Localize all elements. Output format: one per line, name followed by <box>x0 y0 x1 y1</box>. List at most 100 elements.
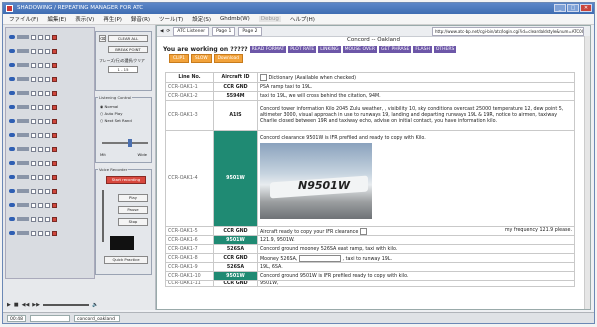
pause-button[interactable]: Pause <box>118 206 148 214</box>
start-recording-button[interactable]: Start recording <box>106 176 146 184</box>
transmission-cell[interactable]: Concord clearance 9501W is IFR prefiled … <box>257 130 575 227</box>
checkbox[interactable] <box>38 132 43 138</box>
quick-practice-button[interactable]: Quick Practice <box>104 256 148 264</box>
record-marker[interactable] <box>52 104 57 110</box>
record-marker[interactable] <box>52 174 57 180</box>
seek-bar[interactable] <box>43 304 89 306</box>
slow-button[interactable]: SLOW <box>191 54 212 63</box>
transmission-text[interactable]: Concord ground mooney 526SA east ramp, t… <box>257 244 575 254</box>
menu-play[interactable]: 再生(P) <box>103 15 122 23</box>
checkbox[interactable] <box>38 188 43 194</box>
volume-slider[interactable] <box>102 190 104 242</box>
grid-row[interactable] <box>9 102 57 112</box>
tab-page-2[interactable]: Page 2 <box>238 26 262 36</box>
record-marker[interactable] <box>52 202 57 208</box>
checkbox[interactable] <box>45 48 50 54</box>
menu-view[interactable]: 表示(V) <box>75 15 94 23</box>
chip-flash[interactable]: FLASH <box>413 45 432 53</box>
checkbox[interactable] <box>38 202 43 208</box>
answer-input[interactable] <box>359 227 367 235</box>
play-icon[interactable]: ▶ <box>7 302 11 308</box>
transmission-text[interactable]: 19L, 6SA. <box>257 262 575 272</box>
clip1-button[interactable]: CLIP1 <box>169 54 189 63</box>
grid-row[interactable] <box>9 32 57 42</box>
checkbox[interactable] <box>38 216 43 222</box>
table-row[interactable]: CCR-OAK1-1 CCR GND PSA ramp taxi to 19L. <box>165 82 575 92</box>
checkbox[interactable] <box>45 132 50 138</box>
chip-read-format[interactable]: READ FORMAT <box>249 45 287 53</box>
forward-icon[interactable]: ▶▶ <box>32 302 40 308</box>
checkbox[interactable] <box>45 104 50 110</box>
back-icon[interactable]: ◀ <box>160 29 163 34</box>
table-row[interactable]: CCR-OAK1-11 CCR GND 9501W, <box>165 280 575 287</box>
checkbox[interactable] <box>38 34 43 40</box>
toggle-icon[interactable] <box>9 105 15 109</box>
download-button[interactable]: Download <box>213 54 243 63</box>
maximize-button[interactable]: □ <box>567 4 579 12</box>
grid-row[interactable] <box>9 200 57 210</box>
toggle-icon[interactable] <box>9 189 15 193</box>
transmission-text[interactable]: Concord tower information Kilo 2045 Zulu… <box>257 100 575 131</box>
toggle-icon[interactable] <box>9 119 15 123</box>
toggle-icon[interactable] <box>9 231 15 235</box>
table-row[interactable]: CCR-OAK1-3 A1IS Concord tower informatio… <box>165 100 575 131</box>
grid-row[interactable] <box>9 46 57 56</box>
checkbox[interactable] <box>45 202 50 208</box>
grid-row[interactable] <box>9 130 57 140</box>
checkbox[interactable] <box>45 90 50 96</box>
radio-next[interactable]: ○ Next Set Rand <box>100 118 132 123</box>
checkbox[interactable] <box>31 230 36 236</box>
checkbox[interactable] <box>45 34 50 40</box>
table-row[interactable]: CCR-OAK1-6 9501W 121.9, 9501W. <box>165 235 575 245</box>
grid-row[interactable] <box>9 158 57 168</box>
chip-mouse-over[interactable]: MOUSE OVER <box>342 45 377 53</box>
checkbox[interactable] <box>31 76 36 82</box>
tab-page-1[interactable]: Page 1 <box>212 26 236 36</box>
table-row[interactable]: CCR-OAK1-8 CCR GND Mooney 526SA, , taxi … <box>165 253 575 263</box>
table-row[interactable]: CCR-OAK1-9 526SA 19L, 6SA. <box>165 262 575 272</box>
toggle-icon[interactable] <box>9 91 15 95</box>
checkbox[interactable] <box>38 118 43 124</box>
transmission-text[interactable]: 9501W, <box>257 280 575 287</box>
toggle-icon[interactable] <box>9 133 15 137</box>
toggle-icon[interactable] <box>9 147 15 151</box>
checkbox[interactable] <box>31 174 36 180</box>
checkbox[interactable] <box>31 118 36 124</box>
checkbox[interactable] <box>38 174 43 180</box>
transmission-text[interactable]: taxi to 19L, we will cross behind the ci… <box>257 91 575 101</box>
record-marker[interactable] <box>52 160 57 166</box>
transmission-text[interactable]: 121.9, 9501W. <box>257 235 575 245</box>
speed-slider[interactable] <box>102 142 148 144</box>
table-row[interactable]: CCR-OAK1-10 9501W Concord ground 9501W i… <box>165 271 575 281</box>
toggle-icon[interactable] <box>9 175 15 179</box>
chip-linking[interactable]: LINKING <box>318 45 341 53</box>
menu-window[interactable]: Ghdmb(W) <box>220 16 250 22</box>
speed-slider-thumb[interactable] <box>128 139 132 147</box>
transmission-cell[interactable]: Mooney 526SA, , taxi to runway 19L. <box>257 253 575 263</box>
checkbox[interactable] <box>31 90 36 96</box>
toggle-icon[interactable] <box>9 203 15 207</box>
checkbox[interactable] <box>38 62 43 68</box>
transmission-text[interactable]: PSA ramp taxi to 19L. <box>257 82 575 92</box>
table-row[interactable]: CCR-OAK1-4 9501W Concord clearance 9501W… <box>165 130 575 227</box>
checkbox[interactable] <box>38 160 43 166</box>
menu-help[interactable]: ヘルプ(H) <box>290 15 315 23</box>
chip-plot-rate[interactable]: PLOT RATE <box>288 45 317 53</box>
refresh-icon[interactable]: ⟳ <box>166 29 170 34</box>
browser-scrollbar[interactable] <box>584 36 590 309</box>
checkbox[interactable] <box>45 216 50 222</box>
checkbox[interactable] <box>31 146 36 152</box>
break-point-button[interactable]: BREAK POINT <box>108 46 148 53</box>
toggle-icon[interactable] <box>9 77 15 81</box>
grid-row[interactable] <box>9 88 57 98</box>
menu-record[interactable]: 録音(R) <box>131 15 150 23</box>
checkbox[interactable] <box>38 146 43 152</box>
answer-input[interactable] <box>299 254 341 262</box>
grid-row[interactable] <box>9 214 57 224</box>
checkbox[interactable] <box>31 104 36 110</box>
checkbox[interactable] <box>45 62 50 68</box>
record-marker[interactable] <box>52 90 57 96</box>
table-row[interactable]: CCR-OAK1-5 CCR GND Aircraft ready to cop… <box>165 226 575 236</box>
checkbox[interactable] <box>31 216 36 222</box>
grid-row[interactable] <box>9 74 57 84</box>
